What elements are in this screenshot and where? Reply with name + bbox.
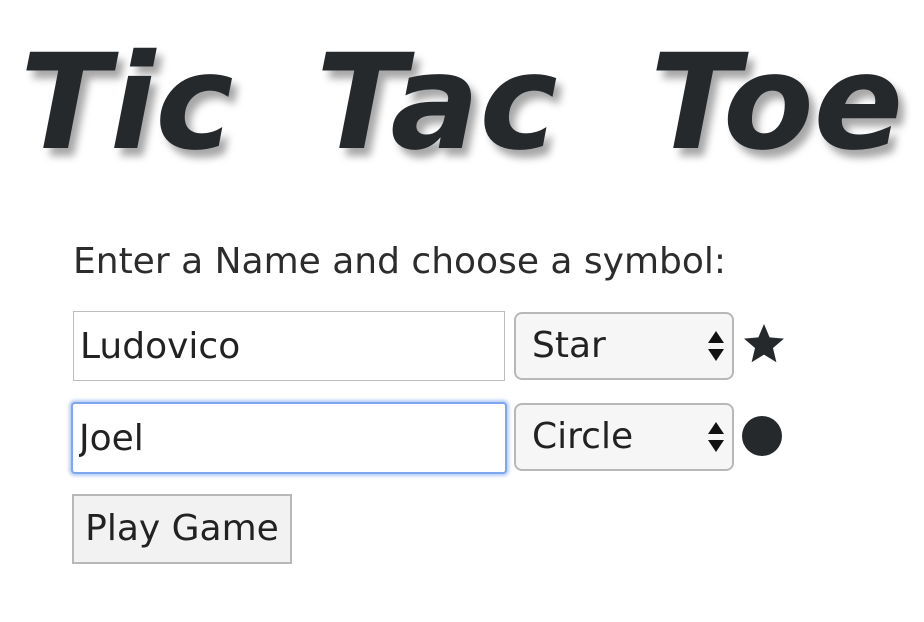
title-word-toe: Toe bbox=[650, 26, 904, 180]
player2-symbol-value: Circle bbox=[532, 416, 634, 457]
select-arrows-icon bbox=[708, 422, 724, 452]
title-word-tac: Tac bbox=[316, 26, 558, 180]
player1-symbol-value: Star bbox=[532, 325, 606, 366]
circle-icon bbox=[742, 416, 782, 456]
title-word-tic: Tic bbox=[20, 26, 234, 180]
player1-name-input[interactable] bbox=[73, 311, 505, 381]
player2-symbol-select[interactable]: Circle bbox=[514, 403, 734, 471]
page-title: Tic Tac Toe bbox=[0, 18, 924, 188]
player1-symbol-select[interactable]: Star bbox=[514, 312, 734, 380]
star-icon bbox=[744, 324, 784, 363]
select-arrows-icon bbox=[708, 331, 724, 361]
player2-name-input[interactable] bbox=[71, 402, 507, 474]
instruction-text: Enter a Name and choose a symbol: bbox=[73, 241, 727, 282]
play-game-button[interactable]: Play Game bbox=[72, 494, 292, 564]
